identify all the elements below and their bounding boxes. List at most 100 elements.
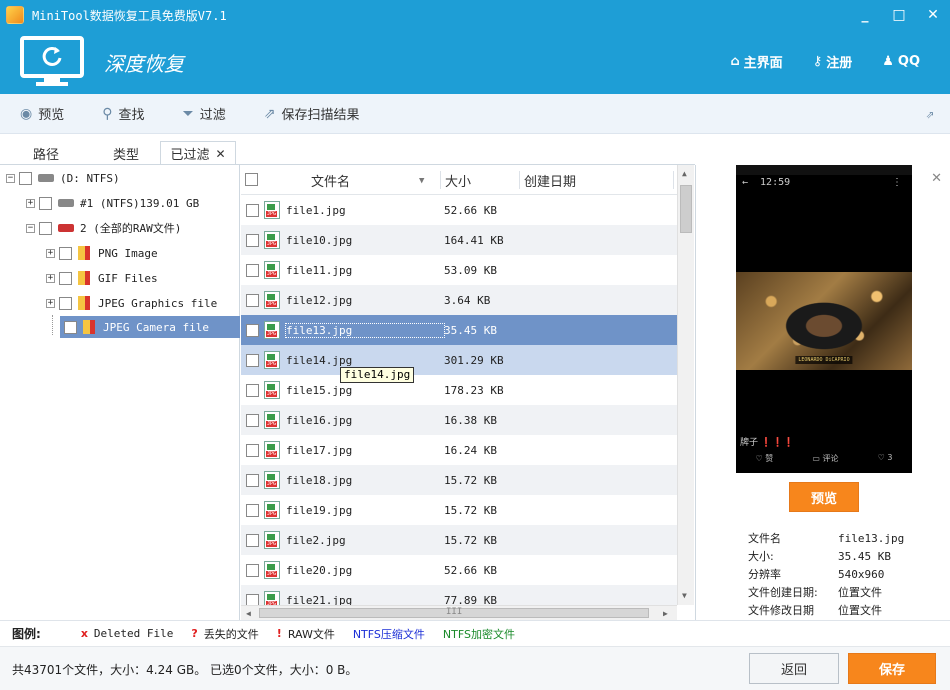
tree-checkbox[interactable] bbox=[59, 246, 72, 260]
row-checkbox[interactable] bbox=[246, 233, 259, 247]
file-size: 16.38 KB bbox=[444, 413, 497, 427]
table-row[interactable]: file10.jpg 164.41 KB bbox=[241, 225, 677, 255]
column-date[interactable]: 创建日期 bbox=[524, 165, 576, 195]
tree-node-raw[interactable]: − 2 (全部的RAW文件) bbox=[26, 217, 181, 239]
table-row[interactable]: file1.jpg 52.66 KB bbox=[241, 195, 677, 225]
tab-filtered[interactable]: 已过滤 ✕ bbox=[160, 141, 236, 165]
filter-tool-button[interactable]: ⏷ 过滤 bbox=[182, 104, 226, 124]
table-row[interactable]: file14.jpg 301.29 KB bbox=[241, 345, 677, 375]
deleted-x-icon: x bbox=[80, 627, 88, 640]
nav-register[interactable]: ⚷ 注册 bbox=[813, 52, 853, 71]
row-checkbox[interactable] bbox=[246, 473, 259, 487]
row-checkbox[interactable] bbox=[246, 203, 259, 217]
tree-checkbox[interactable] bbox=[59, 296, 72, 310]
filter-icon: ⏷ bbox=[182, 105, 194, 122]
file-name: file20.jpg bbox=[286, 563, 353, 577]
file-info: 文件名 file13.jpg 大小: 35.45 KB 分辨率 540x960 文件创… bbox=[748, 529, 948, 619]
preview-tool-button[interactable]: ◉ 预览 bbox=[20, 104, 64, 124]
nav-qq[interactable]: ♟ QQ bbox=[882, 52, 920, 71]
collapse-icon[interactable]: − bbox=[6, 173, 15, 183]
horizontal-scrollbar[interactable]: ◀ III ▶ bbox=[241, 605, 677, 620]
info-row: 大小: 35.45 KB bbox=[748, 547, 948, 565]
tree-checkbox[interactable] bbox=[39, 221, 52, 235]
scroll-right-icon[interactable]: ▶ bbox=[663, 609, 668, 618]
monitor-icon bbox=[20, 36, 84, 86]
back-button[interactable]: 返回 bbox=[749, 653, 839, 684]
tree-checkbox[interactable] bbox=[64, 320, 77, 334]
table-row[interactable]: file15.jpg 178.23 KB bbox=[241, 375, 677, 405]
table-row[interactable]: file11.jpg 53.09 KB bbox=[241, 255, 677, 285]
tree-node-jpeg-camera[interactable]: JPEG Camera file bbox=[60, 316, 240, 338]
column-separator[interactable] bbox=[519, 171, 520, 189]
minimize-button[interactable]: _ bbox=[848, 0, 882, 30]
tree-node-label: #1 (NTFS)139.01 GB bbox=[80, 196, 200, 210]
collapse-icon[interactable]: − bbox=[26, 223, 35, 233]
table-row[interactable]: file16.jpg 16.38 KB bbox=[241, 405, 677, 435]
maximize-button[interactable]: □ bbox=[882, 0, 916, 30]
tree-checkbox[interactable] bbox=[59, 271, 72, 285]
close-button[interactable]: ✕ bbox=[916, 0, 950, 30]
jpg-file-icon bbox=[264, 291, 280, 309]
column-size[interactable]: 大小 bbox=[445, 165, 471, 195]
tree-node-label: JPEG Graphics file bbox=[98, 296, 218, 310]
row-checkbox[interactable] bbox=[246, 383, 259, 397]
expand-icon[interactable]: + bbox=[26, 198, 35, 208]
jpg-file-icon bbox=[264, 381, 280, 399]
horizontal-scroll-thumb[interactable]: III bbox=[259, 607, 649, 618]
find-tool-button[interactable]: ⚲ 查找 bbox=[102, 104, 144, 124]
vertical-scrollbar[interactable]: ▲ ▼ bbox=[677, 165, 694, 605]
heart-icon: ♡ 赞 bbox=[755, 454, 774, 463]
select-all-checkbox[interactable] bbox=[245, 173, 258, 186]
legend-label: 图例: bbox=[12, 627, 41, 641]
preview-button[interactable]: 预览 bbox=[789, 482, 859, 512]
scroll-up-icon[interactable]: ▲ bbox=[682, 169, 687, 178]
row-checkbox[interactable] bbox=[246, 563, 259, 577]
row-checkbox[interactable] bbox=[246, 533, 259, 547]
row-checkbox[interactable] bbox=[246, 323, 259, 337]
file-name: file16.jpg bbox=[286, 413, 353, 427]
table-row[interactable]: file20.jpg 52.66 KB bbox=[241, 555, 677, 585]
save-button[interactable]: 保存 bbox=[848, 653, 936, 684]
column-name[interactable]: 文件名 bbox=[311, 165, 350, 195]
tree-node-partition[interactable]: + #1 (NTFS)139.01 GB bbox=[26, 192, 199, 214]
scroll-down-icon[interactable]: ▼ bbox=[682, 591, 687, 600]
table-row[interactable]: file21.jpg 77.89 KB bbox=[241, 585, 677, 605]
row-checkbox[interactable] bbox=[246, 293, 259, 307]
expand-icon[interactable]: + bbox=[46, 298, 55, 308]
table-row[interactable]: file17.jpg 16.24 KB bbox=[241, 435, 677, 465]
table-row[interactable]: file2.jpg 15.72 KB bbox=[241, 525, 677, 555]
table-row[interactable]: file19.jpg 15.72 KB bbox=[241, 495, 677, 525]
tab-type[interactable]: 类型 bbox=[92, 141, 160, 165]
expand-icon[interactable]: + bbox=[46, 273, 55, 283]
tree-node-jpeg-graphics[interactable]: + JPEG Graphics file bbox=[46, 292, 217, 314]
tree-node-gif[interactable]: + GIF Files bbox=[46, 267, 158, 289]
nav-home[interactable]: ⌂ 主界面 bbox=[730, 52, 782, 71]
share-icon[interactable]: ⇗ bbox=[926, 106, 934, 122]
row-checkbox[interactable] bbox=[246, 443, 259, 457]
tree-checkbox[interactable] bbox=[39, 196, 52, 210]
close-tab-icon[interactable]: ✕ bbox=[215, 147, 225, 161]
expand-icon[interactable]: + bbox=[46, 248, 55, 258]
table-row[interactable]: file12.jpg 3.64 KB bbox=[241, 285, 677, 315]
row-checkbox[interactable] bbox=[246, 503, 259, 517]
table-row[interactable]: file18.jpg 15.72 KB bbox=[241, 465, 677, 495]
scroll-left-icon[interactable]: ◀ bbox=[246, 609, 251, 618]
row-checkbox[interactable] bbox=[246, 413, 259, 427]
grip-icon: III bbox=[446, 607, 463, 617]
column-separator[interactable] bbox=[440, 171, 441, 189]
drive-icon bbox=[38, 174, 54, 182]
close-preview-icon[interactable]: ✕ bbox=[931, 171, 942, 186]
nav-home-label: 主界面 bbox=[743, 56, 783, 71]
column-separator[interactable] bbox=[673, 171, 674, 189]
row-checkbox[interactable] bbox=[246, 353, 259, 367]
tree-checkbox[interactable] bbox=[19, 171, 32, 185]
save-scan-button[interactable]: ⇗ 保存扫描结果 bbox=[264, 104, 360, 124]
tree-node-png[interactable]: + PNG Image bbox=[46, 242, 158, 264]
tab-path[interactable]: 路径 bbox=[0, 141, 92, 165]
tree-node-drive[interactable]: − (D: NTFS) bbox=[6, 167, 120, 189]
row-checkbox[interactable] bbox=[246, 263, 259, 277]
row-checkbox[interactable] bbox=[246, 593, 259, 605]
vertical-scroll-thumb[interactable] bbox=[680, 185, 692, 233]
table-row[interactable]: file13.jpg35.45 KB bbox=[241, 315, 677, 345]
view-tabs: 路径 类型 已过滤 ✕ bbox=[0, 141, 240, 165]
